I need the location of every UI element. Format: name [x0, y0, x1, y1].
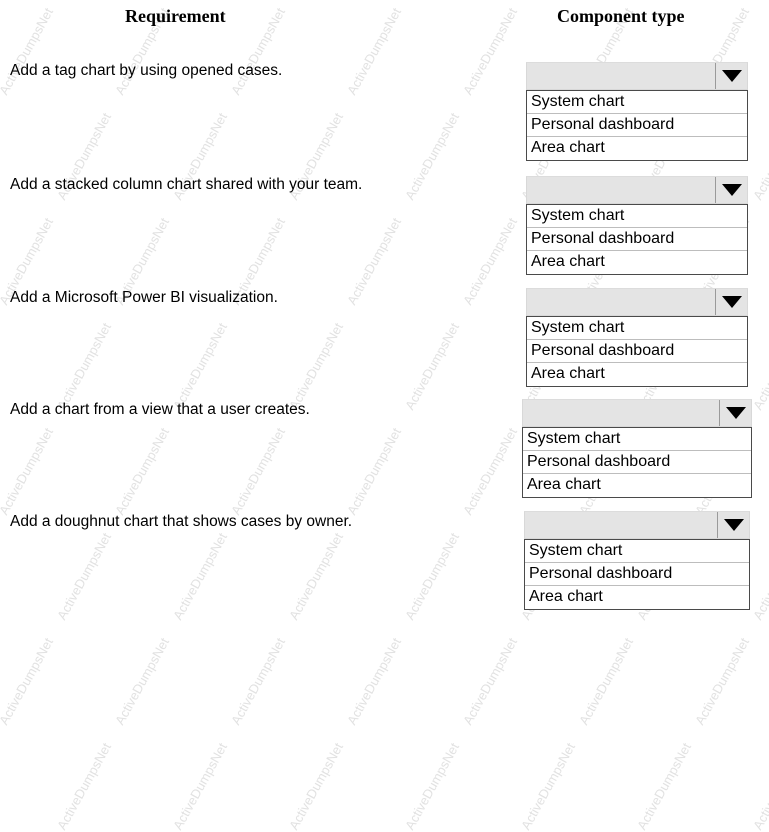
watermark-text: ActiveDumpsNet [576, 635, 637, 728]
watermark-text: ActiveDumpsNet [344, 635, 405, 728]
option-item[interactable]: System chart [527, 205, 747, 228]
option-item[interactable]: System chart [527, 317, 747, 340]
question-content: Requirement Component type Add a tag cha… [0, 0, 769, 625]
chevron-down-icon [725, 407, 746, 419]
dropdown-arrow-button[interactable] [715, 63, 747, 89]
watermark-text: ActiveDumpsNet [634, 740, 695, 832]
requirement-text: Add a doughnut chart that shows cases by… [10, 513, 353, 530]
component-type-option-list[interactable]: System chart Personal dashboard Area chart [524, 539, 750, 610]
requirement-text: Add a tag chart by using opened cases. [10, 62, 283, 79]
dropdown-arrow-button[interactable] [719, 400, 751, 426]
component-type-option-list[interactable]: System chart Personal dashboard Area chart [522, 427, 752, 498]
requirement-text: Add a Microsoft Power BI visualization. [10, 289, 278, 306]
option-item[interactable]: System chart [523, 428, 751, 451]
option-item[interactable]: Area chart [523, 474, 751, 497]
requirement-text: Add a chart from a view that a user crea… [10, 401, 310, 418]
watermark-text: ActiveDumpsNet [750, 740, 769, 832]
watermark-text: ActiveDumpsNet [0, 635, 57, 728]
component-type-select[interactable] [526, 176, 748, 204]
watermark-text: ActiveDumpsNet [518, 740, 579, 832]
chevron-down-icon [721, 296, 742, 308]
component-type-select[interactable] [522, 399, 752, 427]
option-item[interactable]: Personal dashboard [523, 451, 751, 474]
component-type-select[interactable] [526, 288, 748, 316]
chevron-down-icon [723, 519, 744, 531]
watermark-text: ActiveDumpsNet [112, 635, 173, 728]
column-header-requirement: Requirement [125, 6, 226, 26]
component-type-select[interactable] [524, 511, 750, 539]
watermark-text: ActiveDumpsNet [170, 740, 231, 832]
chevron-down-icon [721, 184, 742, 196]
requirement-text: Add a stacked column chart shared with y… [10, 176, 363, 193]
option-item[interactable]: Personal dashboard [527, 340, 747, 363]
dropdown-arrow-button[interactable] [717, 512, 749, 538]
option-item[interactable]: Personal dashboard [527, 114, 747, 137]
watermark-text: ActiveDumpsNet [286, 740, 347, 832]
option-item[interactable]: Area chart [527, 251, 747, 274]
component-type-option-list[interactable]: System chart Personal dashboard Area chart [526, 316, 748, 387]
column-header-row: Requirement Component type [0, 6, 769, 32]
watermark-text: ActiveDumpsNet [402, 740, 463, 832]
dropdown-arrow-button[interactable] [715, 177, 747, 203]
option-item[interactable]: System chart [527, 91, 747, 114]
dropdown-arrow-button[interactable] [715, 289, 747, 315]
component-type-option-list[interactable]: System chart Personal dashboard Area chart [526, 204, 748, 275]
option-item[interactable]: Personal dashboard [527, 228, 747, 251]
watermark-text: ActiveDumpsNet [54, 740, 115, 832]
watermark-text: ActiveDumpsNet [228, 635, 289, 728]
chevron-down-icon [721, 70, 742, 82]
option-item[interactable]: Area chart [527, 137, 747, 160]
watermark-text: ActiveDumpsNet [692, 635, 753, 728]
component-type-select[interactable] [526, 62, 748, 90]
option-item[interactable]: System chart [525, 540, 749, 563]
component-type-option-list[interactable]: System chart Personal dashboard Area chart [526, 90, 748, 161]
column-header-component-type: Component type [557, 6, 685, 26]
option-item[interactable]: Personal dashboard [525, 563, 749, 586]
option-item[interactable]: Area chart [525, 586, 749, 609]
option-item[interactable]: Area chart [527, 363, 747, 386]
watermark-text: ActiveDumpsNet [460, 635, 521, 728]
